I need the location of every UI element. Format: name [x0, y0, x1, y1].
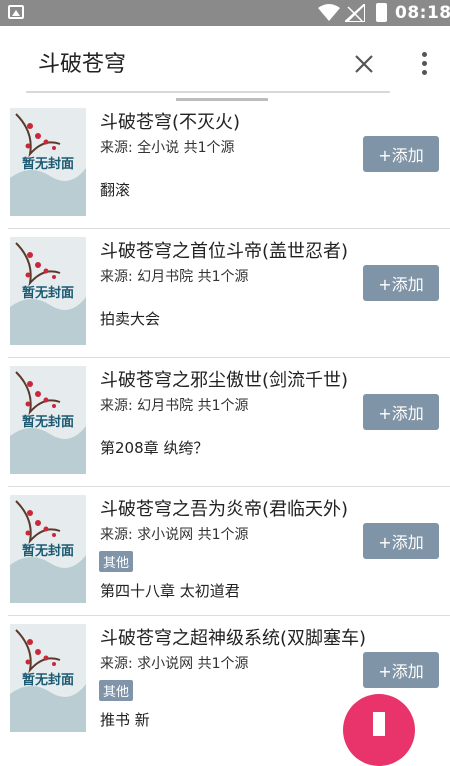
- book-title: 斗破苍穹之邪尘傲世(剑流千世): [100, 370, 349, 391]
- book-cover: 暂无封面: [10, 108, 86, 216]
- more-options-button[interactable]: [410, 46, 438, 82]
- close-icon: [355, 55, 373, 73]
- status-time: 08:18: [395, 3, 450, 23]
- book-title: 斗破苍穹之超神级系统(双脚塞车): [100, 628, 367, 649]
- battery-icon: [376, 3, 387, 22]
- genre-tag: 其他: [99, 680, 134, 701]
- book-cover: 暂无封面: [10, 624, 86, 732]
- genre-tag: 其他: [99, 551, 134, 572]
- list-item[interactable]: 暂无封面 斗破苍穹之吾为炎帝(君临天外) 来源: 求小说网 共1个源 其他 第四…: [0, 487, 450, 616]
- cover-text: 暂无封面: [22, 414, 74, 430]
- latest-chapter: 拍卖大会: [100, 310, 161, 328]
- book-cover: 暂无封面: [10, 495, 86, 603]
- book-source: 来源: 求小说网 共1个源: [100, 527, 249, 543]
- book-cover: 暂无封面: [10, 237, 86, 345]
- wifi-icon: [318, 4, 340, 21]
- list-item[interactable]: 暂无封面 斗破苍穹之邪尘傲世(剑流千世) 来源: 幻月书院 共1个源 第208章…: [0, 358, 450, 487]
- latest-chapter: 推书 新: [100, 711, 150, 729]
- gallery-notification-icon: [8, 5, 24, 19]
- fab-icon: [373, 712, 385, 736]
- more-vert-icon: [422, 52, 427, 57]
- latest-chapter: 第208章 纨绔？: [100, 439, 209, 457]
- book-source: 来源: 幻月书院 共1个源: [100, 269, 249, 285]
- add-button[interactable]: +添加: [363, 394, 439, 430]
- search-input[interactable]: 斗破苍穹: [38, 46, 126, 78]
- cover-text: 暂无封面: [22, 285, 74, 301]
- cover-text: 暂无封面: [22, 543, 74, 559]
- add-button[interactable]: +添加: [363, 523, 439, 559]
- book-title: 斗破苍穹之吾为炎帝(君临天外): [100, 499, 349, 520]
- book-cover: 暂无封面: [10, 366, 86, 474]
- floating-action-button[interactable]: [343, 694, 415, 766]
- cover-text: 暂无封面: [22, 156, 74, 172]
- book-title: 斗破苍穹之首位斗帝(盖世忍者): [100, 241, 349, 262]
- clear-search-button[interactable]: [348, 48, 380, 80]
- list-item[interactable]: 暂无封面 斗破苍穹(不灭火) 来源: 全小说 共1个源 翻滚 +添加: [0, 100, 450, 229]
- add-button[interactable]: +添加: [363, 265, 439, 301]
- add-button[interactable]: +添加: [363, 136, 439, 172]
- book-source: 来源: 幻月书院 共1个源: [100, 398, 249, 414]
- latest-chapter: 翻滚: [100, 181, 131, 199]
- book-source: 来源: 全小说 共1个源: [100, 140, 235, 156]
- search-toolbar: 斗破苍穹: [0, 26, 450, 100]
- cover-text: 暂无封面: [22, 672, 74, 688]
- book-title: 斗破苍穹(不灭火): [100, 112, 241, 133]
- signal-icon: [345, 4, 365, 22]
- list-item[interactable]: 暂无封面 斗破苍穹之首位斗帝(盖世忍者) 来源: 幻月书院 共1个源 拍卖大会 …: [0, 229, 450, 358]
- book-source: 来源: 求小说网 共1个源: [100, 656, 249, 672]
- latest-chapter: 第四十八章 太初道君: [100, 582, 240, 600]
- add-button[interactable]: +添加: [363, 652, 439, 688]
- status-bar: 08:18: [0, 0, 450, 26]
- search-underline: [26, 91, 390, 93]
